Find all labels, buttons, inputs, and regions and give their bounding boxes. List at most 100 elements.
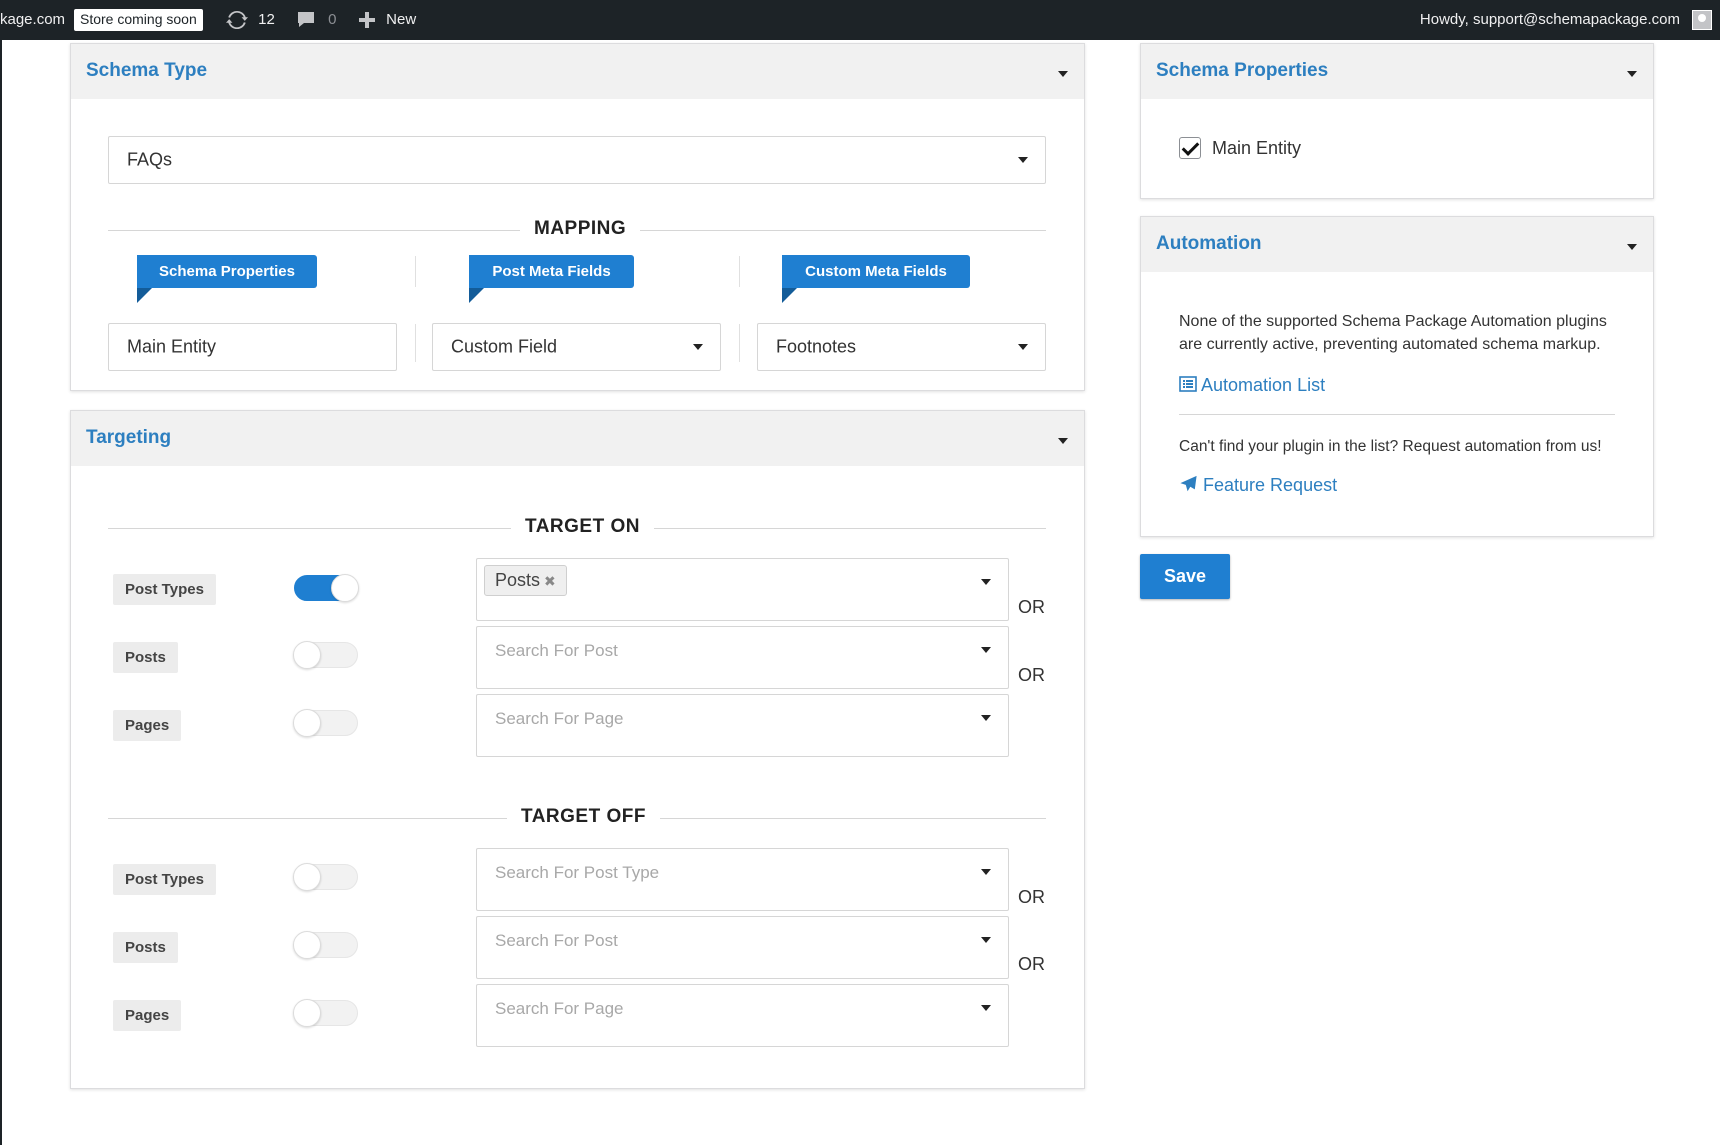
target-off-posts-toggle[interactable]	[293, 931, 358, 959]
caret-down-icon[interactable]	[1627, 71, 1637, 77]
automation-panel: Automation None of the supported Schema …	[1140, 216, 1654, 537]
feature-request-label: Feature Request	[1203, 475, 1338, 495]
request-text: Can't find your plugin in the list? Requ…	[1179, 438, 1602, 455]
store-coming-soon-badge[interactable]: Store coming soon	[74, 9, 203, 31]
toggle-knob	[293, 641, 321, 669]
automation-divider	[1179, 414, 1615, 415]
list-icon	[1179, 376, 1197, 392]
schema-properties-panel-header[interactable]: Schema Properties	[1141, 44, 1653, 99]
automation-notice-line: are currently active, preventing automat…	[1179, 336, 1601, 353]
targeting-panel: Targeting TARGET ON Post Types Posts ✖ OR…	[70, 410, 1085, 1089]
toggle-knob	[331, 574, 359, 602]
paper-plane-icon	[1180, 475, 1197, 492]
targeting-panel-header[interactable]: Targeting	[71, 411, 1084, 466]
caret-down-icon	[981, 579, 991, 585]
ribbon-schema-properties: Schema Properties	[137, 255, 317, 288]
target-on-posts-toggle[interactable]	[293, 641, 358, 669]
target-off-pages-toggle[interactable]	[293, 999, 358, 1027]
updates-link[interactable]: 12	[226, 0, 275, 40]
mapping-column-divider	[415, 324, 416, 362]
post-meta-value: Custom Field	[451, 336, 558, 357]
or-joiner: OR	[1018, 597, 1045, 617]
ribbon-custom-meta-fields: Custom Meta Fields	[782, 255, 970, 288]
ribbon-post-meta-fields: Post Meta Fields	[469, 255, 634, 288]
automation-notice-line: None of the supported Schema Package Aut…	[1179, 313, 1607, 330]
search-post-type-placeholder: Search For Post Type	[495, 863, 660, 882]
target-on-post-types-select[interactable]: Posts ✖	[476, 558, 1009, 621]
mapping-heading: MAPPING	[520, 218, 641, 240]
toggle-knob	[293, 931, 321, 959]
automation-title: Automation	[1156, 233, 1262, 254]
caret-down-icon	[981, 869, 991, 875]
schema-type-panel-header[interactable]: Schema Type	[71, 44, 1084, 99]
target-off-pages-select[interactable]: Search For Page	[476, 984, 1009, 1047]
target-off-post-types-toggle[interactable]	[293, 863, 358, 891]
caret-down-icon[interactable]	[1058, 438, 1068, 444]
target-off-post-types-select[interactable]: Search For Post Type	[476, 848, 1009, 911]
target-off-heading: TARGET OFF	[507, 806, 660, 828]
automation-panel-header[interactable]: Automation	[1141, 217, 1653, 272]
target-on-posts-label: Posts	[113, 642, 178, 673]
comment-icon	[298, 12, 314, 28]
automation-list-link[interactable]: Automation List	[1179, 375, 1325, 396]
schema-type-select[interactable]: FAQs	[108, 136, 1046, 184]
target-off-posts-label: Posts	[113, 932, 178, 963]
caret-down-icon	[981, 1005, 991, 1011]
howdy-account-link[interactable]: Howdy, support@schemapackage.com	[1420, 0, 1680, 40]
toggle-knob	[293, 999, 321, 1027]
or-joiner: OR	[1018, 887, 1045, 907]
caret-down-icon	[981, 647, 991, 653]
selected-chip-posts[interactable]: Posts ✖	[484, 565, 567, 596]
post-meta-select[interactable]: Custom Field	[432, 323, 721, 371]
or-joiner: OR	[1018, 665, 1045, 685]
toggle-knob	[293, 863, 321, 891]
admin-bar: kage.com Store coming soon 12 0 New Howd…	[0, 0, 1720, 40]
page-edge	[0, 40, 2, 1145]
custom-meta-select[interactable]: Footnotes	[757, 323, 1046, 371]
caret-down-icon[interactable]	[1058, 71, 1068, 77]
target-on-pages-toggle[interactable]	[293, 709, 358, 737]
plus-icon	[359, 12, 375, 29]
target-off-posts-select[interactable]: Search For Post	[476, 916, 1009, 979]
chip-label: Posts	[495, 570, 541, 590]
target-on-posts-select[interactable]: Search For Post	[476, 626, 1009, 689]
search-page-placeholder: Search For Page	[495, 999, 624, 1018]
targeting-title: Targeting	[86, 427, 172, 448]
mapping-column-divider	[739, 324, 740, 362]
new-label: New	[386, 11, 417, 28]
target-on-pages-select[interactable]: Search For Page	[476, 694, 1009, 757]
schema-properties-panel: Schema Properties Main Entity	[1140, 43, 1654, 199]
or-joiner: OR	[1018, 954, 1045, 974]
schema-type-panel: Schema Type FAQs MAPPING Schema Properti…	[70, 43, 1085, 391]
caret-down-icon	[693, 344, 703, 350]
main-entity-checkbox[interactable]	[1179, 137, 1201, 159]
target-on-pages-label: Pages	[113, 710, 182, 741]
comments-link[interactable]: 0	[296, 0, 337, 40]
custom-meta-value: Footnotes	[776, 336, 857, 357]
target-off-post-types-label: Post Types	[113, 864, 216, 895]
mapping-column-divider	[415, 256, 416, 287]
remove-chip-icon[interactable]: ✖	[544, 573, 556, 589]
site-name-link[interactable]: kage.com	[0, 0, 65, 40]
search-page-placeholder: Search For Page	[495, 709, 624, 728]
caret-down-icon	[981, 715, 991, 721]
automation-notice: None of the supported Schema Package Aut…	[1179, 310, 1629, 356]
caret-down-icon[interactable]	[1627, 244, 1637, 250]
mapping-column-divider	[739, 256, 740, 287]
refresh-icon	[226, 10, 248, 30]
target-on-post-types-toggle[interactable]	[294, 574, 359, 602]
caret-down-icon	[981, 937, 991, 943]
new-content-link[interactable]: New	[358, 0, 416, 40]
feature-request-link[interactable]: Feature Request	[1179, 475, 1337, 496]
target-on-post-types-label: Post Types	[113, 574, 216, 605]
schema-property-field[interactable]: Main Entity	[108, 323, 397, 371]
schema-type-value: FAQs	[127, 149, 173, 170]
comments-count: 0	[328, 11, 337, 28]
updates-count: 12	[258, 11, 275, 28]
avatar[interactable]	[1692, 10, 1712, 30]
caret-down-icon	[1018, 157, 1028, 163]
search-post-placeholder: Search For Post	[495, 931, 618, 950]
schema-properties-title: Schema Properties	[1156, 60, 1329, 81]
search-post-placeholder: Search For Post	[495, 641, 618, 660]
save-button[interactable]: Save	[1140, 554, 1230, 599]
